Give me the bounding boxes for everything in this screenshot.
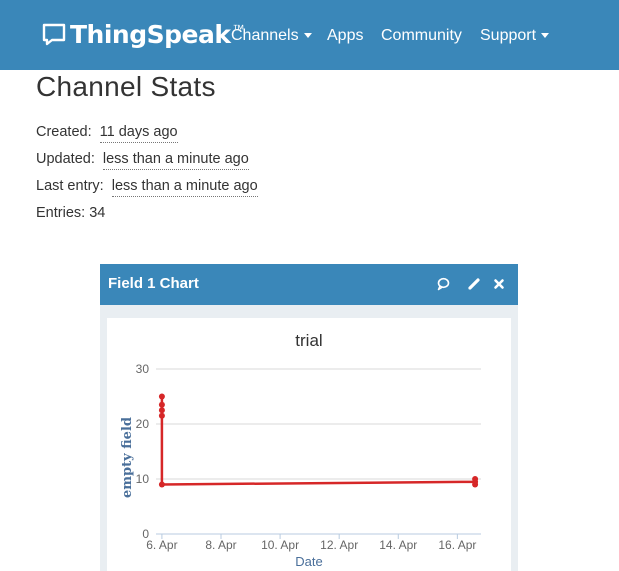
nav-apps-label: Apps xyxy=(327,27,364,44)
stat-updated-label: Updated: xyxy=(36,151,95,167)
data-point xyxy=(158,481,165,488)
field-1-chart[interactable]: trial01020306. Apr 8. Apr 10. Apr 12. Apr 14… xyxy=(107,318,511,571)
series-line xyxy=(160,396,477,486)
chart-area: trial 0 10 20 30 6. Apr 8. Apr 10. Apr 12. Apr 14… xyxy=(107,318,511,571)
field-chart-card: Field 1 Chart trial 0 10 20 30 6. Apr 8. Apr 10… xyxy=(100,264,518,571)
nav-apps[interactable]: Apps xyxy=(327,27,363,45)
nav-channels[interactable]: Channels xyxy=(231,27,312,45)
y-tick-label: 10 xyxy=(136,472,150,486)
brand-logo[interactable]: ThingSpeak ™ xyxy=(42,18,244,52)
nav-support-label: Support xyxy=(480,27,537,44)
y-axis-label: empty field xyxy=(120,417,135,498)
card-title: Field 1 Chart xyxy=(108,275,199,292)
page-title: Channel Stats xyxy=(36,71,216,102)
caret-down-icon xyxy=(541,33,550,39)
stat-last-entry-value: less than a minute ago xyxy=(111,178,258,197)
data-point xyxy=(158,393,165,400)
top-navbar: ThingSpeak ™ Channels Apps Community Sup… xyxy=(0,0,619,70)
y-tick-label: 30 xyxy=(136,362,150,376)
x-tick-label: 16. Apr xyxy=(438,538,476,552)
x-axis-label: Date xyxy=(295,554,322,569)
comment-icon[interactable] xyxy=(436,277,450,291)
x-tick-label: 14. Apr xyxy=(379,538,417,552)
data-point xyxy=(472,476,479,482)
nav-support[interactable]: Support xyxy=(480,27,550,45)
stat-created-value: 11 days ago xyxy=(99,124,178,143)
stat-last-entry: Last entry: less than a minute ago xyxy=(36,178,258,197)
data-point xyxy=(158,412,165,419)
data-point xyxy=(158,407,165,414)
nav-community[interactable]: Community xyxy=(381,27,462,45)
pencil-icon[interactable] xyxy=(467,277,481,291)
data-point xyxy=(472,481,479,488)
stat-created-label: Created: xyxy=(36,124,92,140)
stat-updated: Updated: less than a minute ago xyxy=(36,151,249,170)
chart-title: trial xyxy=(295,331,322,350)
x-tick-label: 8. Apr xyxy=(205,538,236,552)
stat-entries: Entries: 34 xyxy=(36,205,105,221)
y-tick-label: 20 xyxy=(136,417,150,431)
stat-updated-value: less than a minute ago xyxy=(102,151,249,170)
card-header: Field 1 Chart xyxy=(100,264,518,305)
caret-down-icon xyxy=(303,33,312,39)
stat-created: Created: 11 days ago xyxy=(36,124,178,143)
x-tick-label: 6. Apr xyxy=(146,538,177,552)
stat-entries-value: 34 xyxy=(89,205,106,221)
nav-channels-label: Channels xyxy=(231,27,299,44)
x-tick-label: 12. Apr xyxy=(320,538,358,552)
stat-entries-label: Entries: xyxy=(36,205,86,221)
x-tick-label: 10. Apr xyxy=(261,538,299,552)
stat-last-entry-label: Last entry: xyxy=(36,178,104,194)
data-point xyxy=(158,401,165,408)
chat-bubble-icon xyxy=(42,23,66,46)
close-icon[interactable] xyxy=(492,277,506,291)
brand-name: ThingSpeak xyxy=(70,20,231,49)
nav-community-label: Community xyxy=(381,27,462,44)
